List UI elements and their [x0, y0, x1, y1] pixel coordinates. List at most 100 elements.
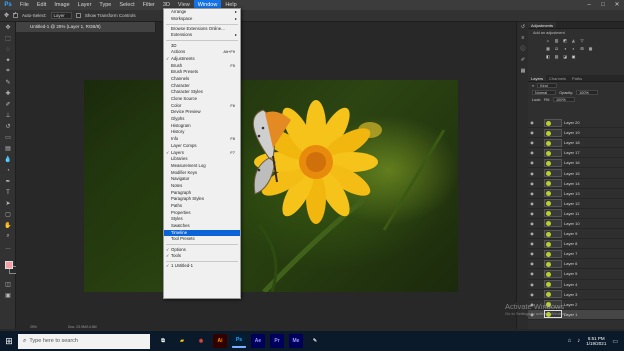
menu-image[interactable]: Image: [50, 0, 73, 10]
window-menu-item-notes[interactable]: Notes: [164, 183, 240, 190]
visibility-eye-icon[interactable]: ◉: [528, 241, 536, 246]
visibility-eye-icon[interactable]: ◉: [528, 221, 536, 226]
window-menu-item-brush[interactable]: Brush F5: [164, 63, 240, 70]
quick-mask-icon[interactable]: ◫: [0, 279, 16, 290]
visibility-eye-icon[interactable]: ◉: [528, 282, 536, 287]
visibility-eye-icon[interactable]: ◉: [528, 211, 536, 216]
layer-kind-filter[interactable]: Kind: [537, 83, 557, 88]
fill-input[interactable]: 100%: [552, 97, 575, 102]
healing-brush-tool-icon[interactable]: ✚: [0, 88, 16, 99]
visibility-eye-icon[interactable]: ◉: [528, 120, 536, 125]
window-menu-item-paragraph[interactable]: Paragraph: [164, 190, 240, 197]
crop-tool-icon[interactable]: ⌗: [0, 66, 16, 77]
file-explorer-icon[interactable]: ▰: [175, 334, 189, 348]
tab-adjustments[interactable]: Adjustments: [528, 22, 557, 28]
visibility-eye-icon[interactable]: ◉: [528, 150, 536, 155]
maximize-icon[interactable]: □: [596, 0, 610, 10]
visibility-eye-icon[interactable]: ◉: [528, 171, 536, 176]
layer-row[interactable]: ◉ Layer 5: [528, 269, 624, 280]
notifications-icon[interactable]: ▭: [612, 338, 618, 345]
marquee-tool-icon[interactable]: ⬚: [0, 33, 16, 44]
visibility-eye-icon[interactable]: ◉: [528, 261, 536, 266]
window-menu-item-workspace[interactable]: Workspace ▸: [164, 16, 240, 23]
chrome-icon[interactable]: ◉: [194, 334, 208, 348]
gradient-tool-icon[interactable]: ▤: [0, 143, 16, 154]
visibility-eye-icon[interactable]: ◉: [528, 181, 536, 186]
window-menu-item-adjustments[interactable]: ✓ Adjustments: [164, 56, 240, 63]
window-menu-item-character[interactable]: Character: [164, 83, 240, 90]
layer-row[interactable]: ◉ Layer 15: [528, 168, 624, 179]
zoom-tool-icon[interactable]: ⌕: [0, 231, 16, 242]
tab-layers[interactable]: Layers: [528, 75, 547, 81]
volume-icon[interactable]: ♪: [577, 338, 580, 344]
adjustment-row3-4-icon[interactable]: ▣: [571, 54, 577, 59]
after-effects-icon[interactable]: Ae: [251, 334, 265, 348]
rectangle-tool-icon[interactable]: ▢: [0, 209, 16, 220]
window-menu-item-swatches[interactable]: Swatches: [164, 223, 240, 230]
type-tool-icon[interactable]: T: [0, 187, 16, 198]
adjustment-row3-3-icon[interactable]: ◪: [562, 54, 568, 59]
window-menu-item-color[interactable]: Color F6: [164, 103, 240, 110]
hand-tool-icon[interactable]: ✋: [0, 220, 16, 231]
layer-row[interactable]: ◉ Layer 20: [528, 118, 624, 129]
visibility-eye-icon[interactable]: ◉: [528, 191, 536, 196]
window-menu-item-styles[interactable]: Styles: [164, 216, 240, 223]
move-tool-icon[interactable]: ✥: [4, 12, 9, 19]
move-tool-icon[interactable]: ✥: [0, 22, 16, 33]
layer-row[interactable]: ◉ Layer 8: [528, 239, 624, 250]
window-menu-item-timeline[interactable]: Timeline: [164, 229, 240, 237]
window-menu-item-1-untitled-1[interactable]: ✓ 1 Untitled-1: [164, 263, 240, 270]
illustrator-icon[interactable]: Ai: [213, 334, 227, 348]
canvas-image[interactable]: [84, 80, 458, 292]
window-menu-item-browse-extensions-online[interactable]: Browse Extensions Online...: [164, 26, 240, 33]
adjustment-row2-1-icon[interactable]: ▦: [545, 46, 551, 51]
window-menu-item-extensions[interactable]: Extensions ▸: [164, 32, 240, 39]
window-menu-item-options[interactable]: ✓ Options: [164, 247, 240, 254]
adjustment-row3-2-icon[interactable]: ▨: [554, 54, 560, 59]
adjustment-row2-5-icon[interactable]: ⊞: [579, 46, 585, 51]
window-menu-item-history[interactable]: History: [164, 129, 240, 136]
window-menu-item-paragraph-styles[interactable]: Paragraph Styles: [164, 196, 240, 203]
visibility-eye-icon[interactable]: ◉: [528, 271, 536, 276]
adjustment-row1-1-icon[interactable]: ☼: [545, 38, 551, 43]
window-menu-item-device-preview[interactable]: Device Preview: [164, 109, 240, 116]
layer-row[interactable]: ◉ Layer 3: [528, 290, 624, 300]
layer-row[interactable]: ◉ Layer 18: [528, 138, 624, 149]
lasso-tool-icon[interactable]: ◌: [0, 44, 16, 55]
media-encoder-icon[interactable]: Me: [289, 334, 303, 348]
opacity-input[interactable]: 100%: [576, 90, 598, 95]
layer-row[interactable]: ◉ Layer 16: [528, 158, 624, 169]
visibility-eye-icon[interactable]: ◉: [528, 201, 536, 206]
premiere-icon[interactable]: Pr: [270, 334, 284, 348]
window-menu-item-arrange[interactable]: Arrange ▸: [164, 9, 240, 16]
layer-row[interactable]: ◉ Layer 10: [528, 219, 624, 230]
document-tab[interactable]: Untitled-1 @ 25% (Layer 1, RGB/8): [16, 22, 156, 32]
eyedropper-tool-icon[interactable]: ✎: [0, 77, 16, 88]
window-menu-item-histogram[interactable]: Histogram: [164, 123, 240, 130]
visibility-eye-icon[interactable]: ◉: [528, 251, 536, 256]
adjustment-row3-1-icon[interactable]: ◧: [545, 54, 551, 59]
window-menu-item-measurement-log[interactable]: Measurement Log: [164, 163, 240, 170]
auto-select-target-dropdown[interactable]: Layer: [50, 12, 72, 19]
layer-row[interactable]: ◉ Layer 19: [528, 128, 624, 139]
clone-stamp-tool-icon[interactable]: ⊥: [0, 110, 16, 121]
eraser-tool-icon[interactable]: ▭: [0, 132, 16, 143]
layer-row[interactable]: ◉ Layer 14: [528, 179, 624, 189]
adjustment-row2-2-icon[interactable]: ⚖: [554, 46, 560, 51]
window-menu-item-tools[interactable]: ✓ Tools: [164, 253, 240, 260]
menu-type[interactable]: Type: [95, 0, 115, 10]
window-menu-item-brush-presets[interactable]: Brush Presets: [164, 69, 240, 76]
layer-row[interactable]: ◉ Layer 9: [528, 229, 624, 240]
menu-layer[interactable]: Layer: [74, 0, 96, 10]
history-brush-tool-icon[interactable]: ↺: [0, 121, 16, 132]
more-tools-icon[interactable]: …: [0, 242, 16, 253]
window-menu-item-paths[interactable]: Paths: [164, 203, 240, 210]
window-menu-item-tool-presets[interactable]: Tool Presets: [164, 236, 240, 243]
layer-row[interactable]: ◉ Layer 4: [528, 280, 624, 290]
task-view-icon[interactable]: ⧉: [156, 334, 170, 348]
window-menu-item-libraries[interactable]: Libraries: [164, 156, 240, 163]
blur-tool-icon[interactable]: 💧: [0, 154, 16, 165]
tab-paths[interactable]: Paths: [569, 75, 585, 81]
screen-mode-icon[interactable]: ▣: [0, 290, 16, 301]
window-menu-item-properties[interactable]: Properties: [164, 210, 240, 217]
